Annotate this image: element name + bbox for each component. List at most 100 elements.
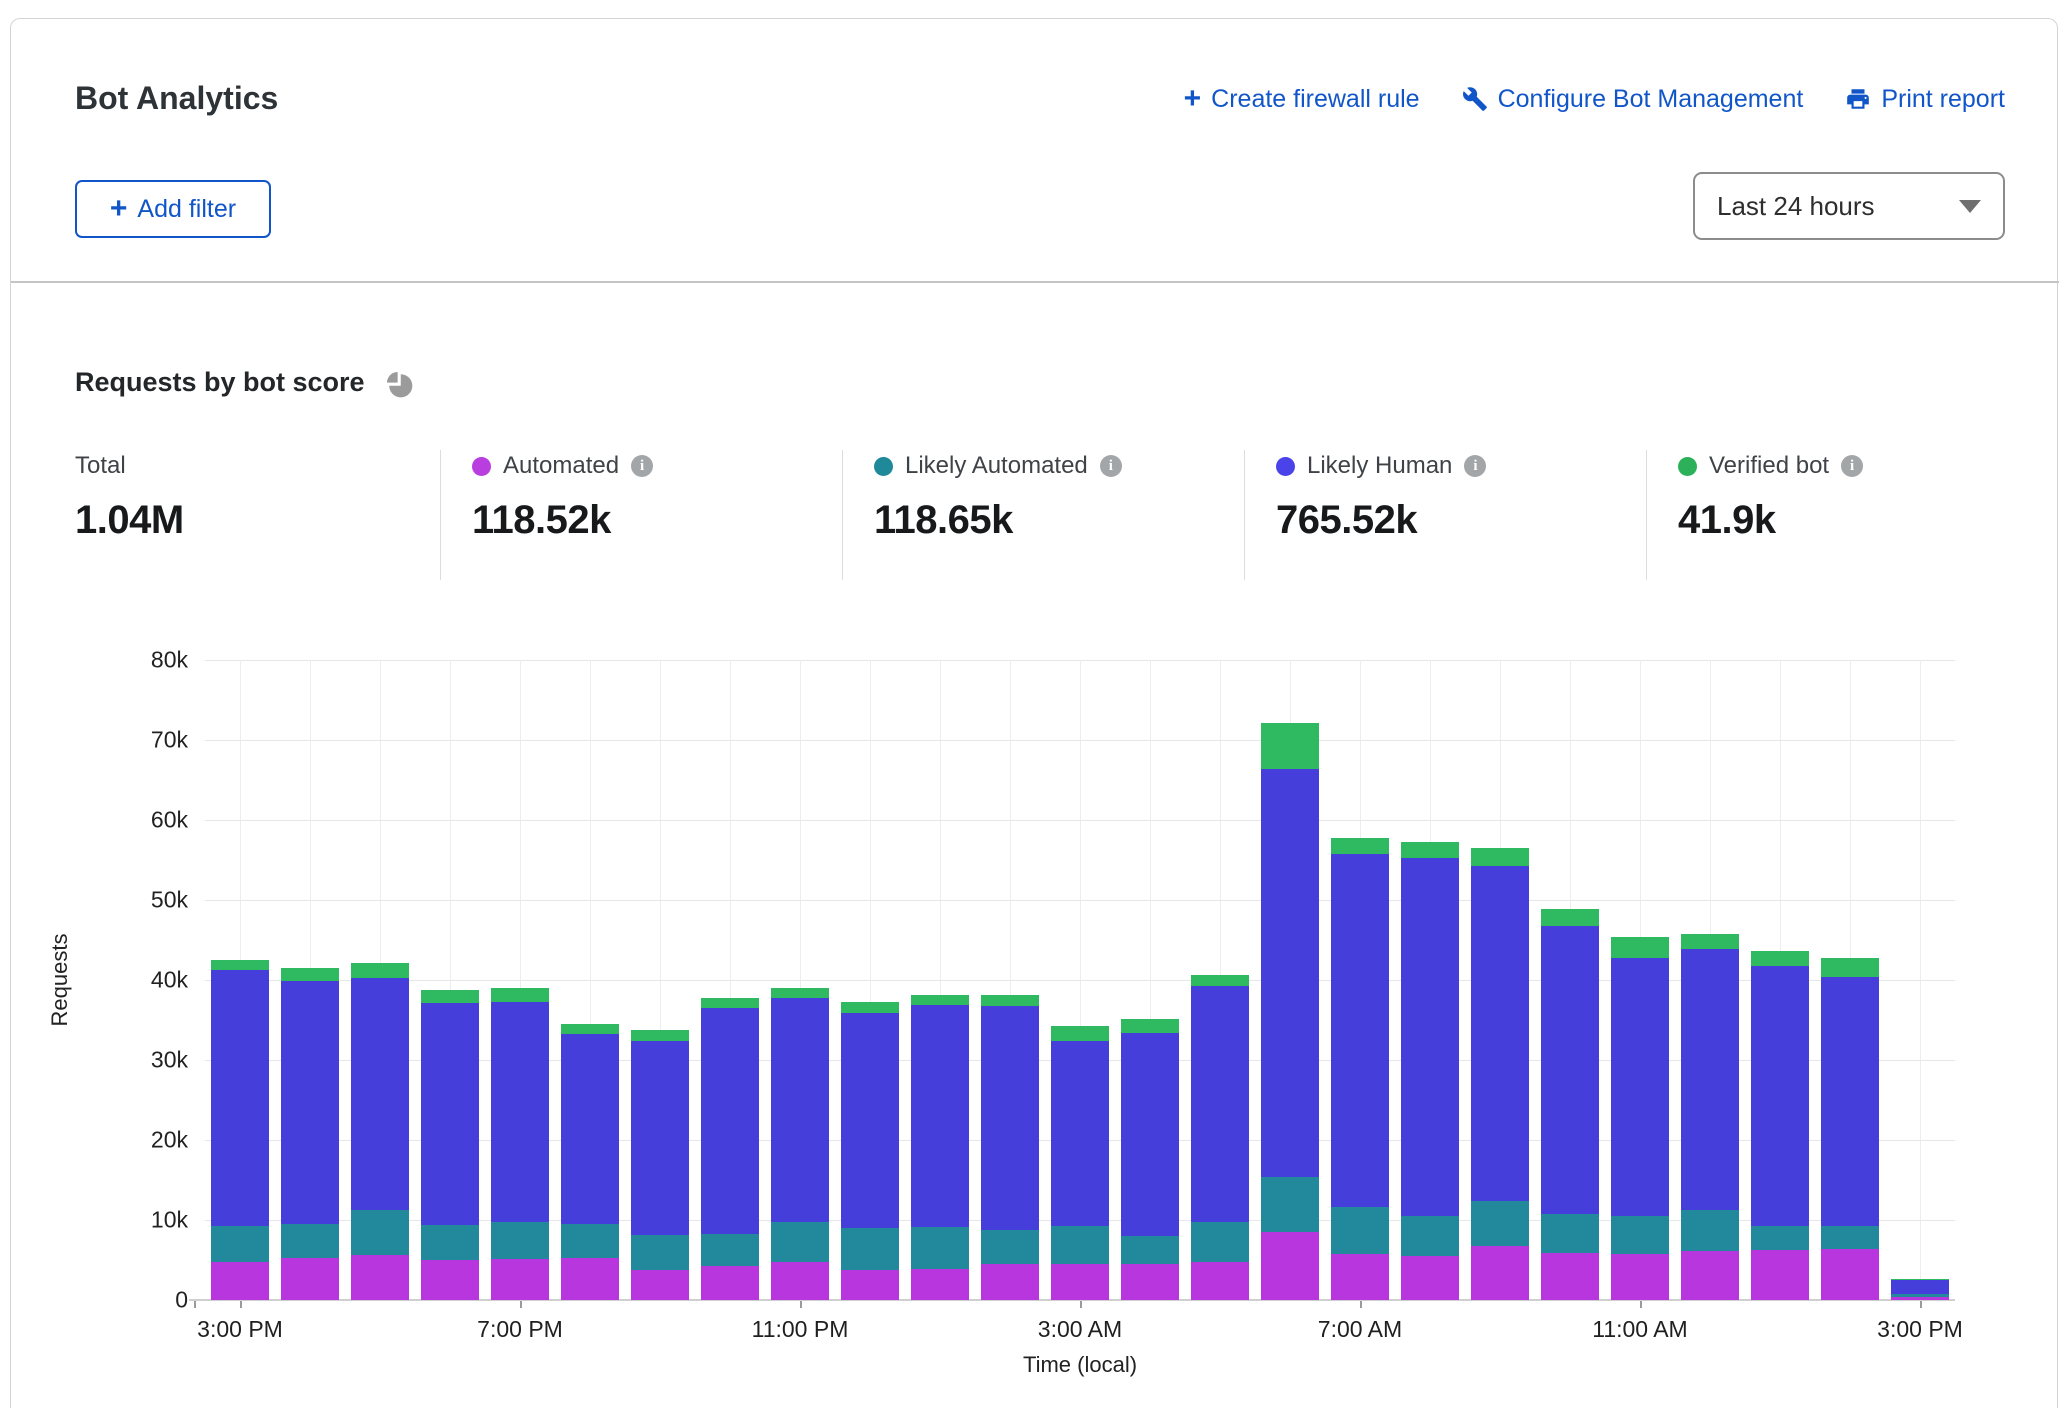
- chevron-down-icon: [1959, 200, 1981, 213]
- plus-icon: +: [1184, 84, 1202, 114]
- info-icon[interactable]: i: [1464, 455, 1486, 477]
- x-tick-mark: [800, 1300, 802, 1308]
- stacked-bar-1000am[interactable]: [1541, 909, 1599, 1300]
- y-tick-label: 20k: [88, 1127, 188, 1154]
- stacked-bar-900pm[interactable]: [631, 1030, 689, 1300]
- bar-segment-likely-human: [1121, 1033, 1179, 1236]
- stacked-bar-300am[interactable]: [1051, 1026, 1109, 1300]
- stacked-bar-200am[interactable]: [981, 995, 1039, 1300]
- x-tick-mark: [1080, 1300, 1082, 1308]
- bar-segment-automated: [421, 1260, 479, 1300]
- stacked-bar-800pm[interactable]: [561, 1024, 619, 1300]
- add-filter-button[interactable]: + Add filter: [75, 180, 271, 238]
- pie-chart-icon: [383, 368, 415, 400]
- stacked-bar-1000pm[interactable]: [701, 998, 759, 1300]
- bar-segment-verified-bot: [1401, 842, 1459, 858]
- stacked-bar-1200am[interactable]: [841, 1002, 899, 1300]
- y-tick-label: 30k: [88, 1047, 188, 1074]
- stacked-bar-300pm[interactable]: [1891, 1279, 1949, 1300]
- stacked-bar-500am[interactable]: [1191, 975, 1249, 1300]
- bar-segment-likely-human: [1681, 949, 1739, 1210]
- verified-bot-legend-dot: [1678, 457, 1697, 476]
- configure-bot-management-link[interactable]: Configure Bot Management: [1462, 85, 1804, 114]
- bar-segment-likely-automated: [981, 1230, 1039, 1264]
- likely-human-legend-dot: [1276, 457, 1295, 476]
- create-firewall-rule-label: Create firewall rule: [1211, 85, 1419, 114]
- stacked-bar-900am[interactable]: [1471, 848, 1529, 1300]
- bar-segment-verified-bot: [421, 990, 479, 1003]
- y-tick-label: 10k: [88, 1207, 188, 1234]
- stat-likely-automated[interactable]: Likely Automated i 118.65k: [874, 452, 1122, 543]
- stacked-bar-600pm[interactable]: [421, 990, 479, 1300]
- stacked-bar-700am[interactable]: [1331, 838, 1389, 1300]
- stat-automated[interactable]: Automated i 118.52k: [472, 452, 653, 543]
- bar-segment-likely-automated: [491, 1222, 549, 1259]
- bar-segment-likely-automated: [351, 1210, 409, 1255]
- bar-segment-verified-bot: [1121, 1019, 1179, 1033]
- stacked-bar-700pm[interactable]: [491, 988, 549, 1300]
- stat-verified-bot-label: Verified bot: [1709, 452, 1829, 480]
- bar-segment-automated: [631, 1270, 689, 1300]
- y-tick-label: 0: [88, 1287, 188, 1314]
- stat-divider: [1646, 450, 1647, 580]
- x-axis-origin-tick: [194, 1300, 196, 1308]
- bar-segment-likely-automated: [421, 1225, 479, 1260]
- stacked-bar-200pm[interactable]: [1821, 958, 1879, 1300]
- stacked-bar-1100am[interactable]: [1611, 937, 1669, 1300]
- bar-segment-automated: [1121, 1264, 1179, 1300]
- stacked-bar-1200pm[interactable]: [1681, 934, 1739, 1300]
- print-report-label: Print report: [1881, 85, 2005, 114]
- stacked-bar-100am[interactable]: [911, 995, 969, 1300]
- info-icon[interactable]: i: [1100, 455, 1122, 477]
- stacked-bar-300pm[interactable]: [211, 960, 269, 1300]
- bar-segment-likely-automated: [1681, 1210, 1739, 1252]
- stat-likely-human-value: 765.52k: [1276, 498, 1486, 543]
- bar-segment-likely-automated: [1051, 1226, 1109, 1264]
- bar-segment-automated: [771, 1262, 829, 1300]
- bar-segment-verified-bot: [1261, 723, 1319, 769]
- bar-segment-likely-automated: [771, 1222, 829, 1262]
- print-report-link[interactable]: Print report: [1845, 85, 2005, 114]
- bar-segment-likely-automated: [211, 1226, 269, 1262]
- stat-divider: [440, 450, 441, 580]
- bar-segment-verified-bot: [1541, 909, 1599, 927]
- info-icon[interactable]: i: [1841, 455, 1863, 477]
- x-tick-label: 7:00 PM: [440, 1316, 600, 1343]
- bar-segment-likely-automated: [1121, 1236, 1179, 1264]
- bar-segment-verified-bot: [631, 1030, 689, 1040]
- stacked-bar-500pm[interactable]: [351, 963, 409, 1300]
- stacked-bar-400pm[interactable]: [281, 968, 339, 1300]
- bar-segment-likely-human: [1471, 866, 1529, 1201]
- bar-segment-automated: [1611, 1254, 1669, 1300]
- stacked-bar-800am[interactable]: [1401, 842, 1459, 1300]
- info-icon[interactable]: i: [631, 455, 653, 477]
- time-range-dropdown[interactable]: Last 24 hours: [1693, 172, 2005, 240]
- stacked-bar-400am[interactable]: [1121, 1019, 1179, 1300]
- bar-segment-verified-bot: [1821, 958, 1879, 976]
- x-tick-label: 7:00 AM: [1280, 1316, 1440, 1343]
- x-tick-mark: [1360, 1300, 1362, 1308]
- stat-verified-bot[interactable]: Verified bot i 41.9k: [1678, 452, 1863, 543]
- bar-segment-likely-human: [771, 998, 829, 1223]
- bar-segment-likely-human: [1751, 966, 1809, 1225]
- section-title: Requests by bot score: [75, 367, 365, 398]
- stat-likely-human[interactable]: Likely Human i 765.52k: [1276, 452, 1486, 543]
- bar-segment-likely-automated: [841, 1228, 899, 1270]
- stat-divider: [1244, 450, 1245, 580]
- bar-segment-likely-human: [1191, 986, 1249, 1223]
- bar-segment-automated: [561, 1258, 619, 1300]
- y-tick-label: 50k: [88, 887, 188, 914]
- bar-segment-likely-automated: [1541, 1214, 1599, 1253]
- bar-segment-automated: [981, 1264, 1039, 1300]
- bar-segment-likely-human: [701, 1008, 759, 1234]
- stat-total: Total 1.04M: [75, 452, 184, 543]
- bar-segment-likely-automated: [1471, 1201, 1529, 1247]
- create-firewall-rule-link[interactable]: + Create firewall rule: [1184, 84, 1420, 114]
- bar-segment-verified-bot: [1331, 838, 1389, 853]
- bar-segment-automated: [1051, 1264, 1109, 1300]
- stacked-bar-1100pm[interactable]: [771, 988, 829, 1300]
- requests-by-bot-score-chart: [205, 660, 1955, 1300]
- stacked-bar-600am[interactable]: [1261, 723, 1319, 1300]
- stacked-bar-100pm[interactable]: [1751, 951, 1809, 1300]
- bar-segment-likely-human: [1331, 854, 1389, 1208]
